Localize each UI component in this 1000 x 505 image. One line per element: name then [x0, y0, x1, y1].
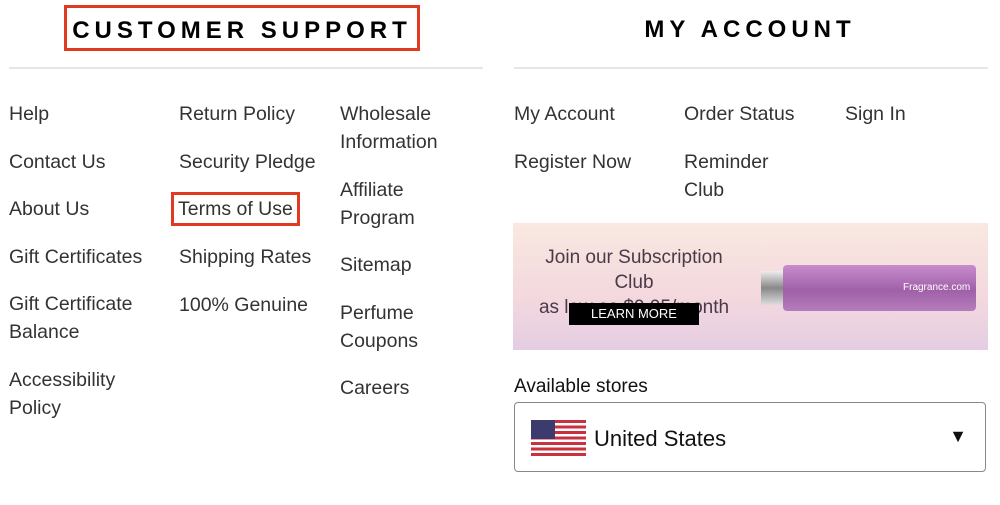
link-perfume-coupons[interactable]: Perfume Coupons	[340, 299, 470, 355]
link-security-pledge[interactable]: Security Pledge	[179, 148, 329, 176]
my-account-heading: MY ACCOUNT	[644, 16, 856, 43]
link-terms-of-use[interactable]: Terms of Use	[171, 192, 300, 226]
link-accessibility-policy[interactable]: Accessibility Policy	[9, 366, 169, 422]
customer-support-heading: CUSTOMER SUPPORT	[64, 5, 420, 51]
store-select[interactable]: United States ▼	[514, 402, 986, 472]
link-order-status[interactable]: Order Status	[684, 100, 804, 128]
link-return-policy[interactable]: Return Policy	[179, 100, 329, 128]
link-careers[interactable]: Careers	[340, 374, 470, 402]
link-my-account[interactable]: My Account	[514, 100, 674, 128]
link-help[interactable]: Help	[9, 100, 169, 128]
link-gift-certificate-balance[interactable]: Gift Certificate Balance	[9, 290, 169, 346]
dropdown-arrow-icon: ▼	[949, 426, 967, 446]
us-flag-icon	[531, 420, 586, 456]
link-100-genuine[interactable]: 100% Genuine	[179, 291, 329, 319]
link-register-now[interactable]: Register Now	[514, 148, 674, 176]
link-reminder-club[interactable]: Reminder Club	[684, 148, 804, 204]
link-affiliate-program[interactable]: Affiliate Program	[340, 176, 470, 232]
atomizer-cap	[761, 271, 785, 305]
link-wholesale-information[interactable]: Wholesale Information	[340, 100, 470, 156]
link-gift-certificates[interactable]: Gift Certificates	[9, 243, 169, 271]
available-stores-label: Available stores	[514, 376, 648, 397]
divider	[9, 67, 483, 69]
fragrance-logo: Fragrance.com	[903, 282, 971, 293]
link-sign-in[interactable]: Sign In	[845, 100, 965, 128]
selected-store: United States	[594, 426, 727, 451]
subscription-club-banner[interactable]: Join our Subscription Clubas low as $9.9…	[513, 223, 988, 350]
divider	[514, 67, 988, 69]
link-shipping-rates[interactable]: Shipping Rates	[179, 243, 329, 271]
learn-more-button[interactable]: LEARN MORE	[569, 303, 699, 325]
link-about-us[interactable]: About Us	[9, 195, 169, 223]
link-sitemap[interactable]: Sitemap	[340, 251, 470, 279]
link-contact-us[interactable]: Contact Us	[9, 148, 169, 176]
